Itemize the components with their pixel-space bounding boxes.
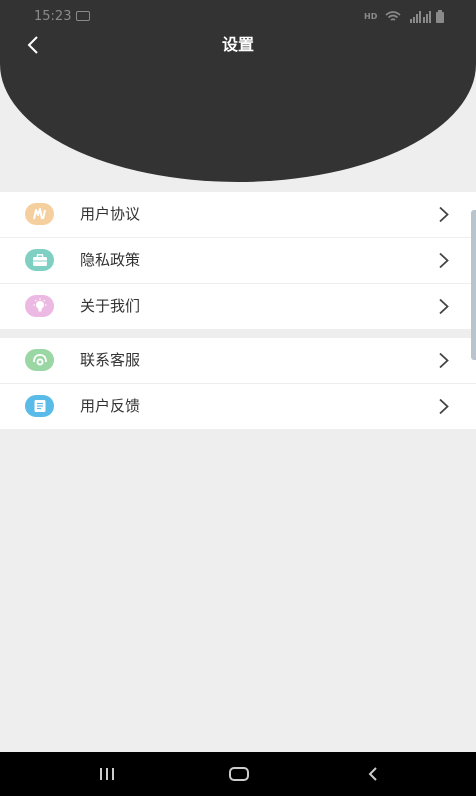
battery-icon (436, 10, 444, 23)
chevron-right-icon (439, 298, 449, 315)
system-back-button[interactable] (358, 762, 388, 786)
menu-item-user-agreement[interactable]: 用户协议 (0, 192, 476, 238)
system-navigation-bar (0, 752, 476, 796)
settings-group-1: 用户协议 隐私政策 关于我们 (0, 192, 476, 329)
user-agreement-icon (25, 203, 54, 225)
menu-item-label: 用户协议 (80, 205, 141, 223)
menu-item-label: 隐私政策 (80, 251, 141, 269)
chevron-right-icon (439, 252, 449, 269)
network-label: HD (364, 12, 378, 21)
status-bar: 15:23 HD (0, 0, 476, 34)
menu-item-contact-service[interactable]: 联系客服 (0, 338, 476, 384)
headset-icon (25, 349, 54, 371)
lightbulb-icon (25, 295, 54, 317)
menu-item-user-feedback[interactable]: 用户反馈 (0, 384, 476, 429)
scrollbar[interactable] (471, 210, 476, 360)
briefcase-icon (25, 249, 54, 271)
chevron-right-icon (439, 352, 449, 369)
settings-group-2: 联系客服 用户反馈 (0, 338, 476, 429)
menu-item-about-us[interactable]: 关于我们 (0, 284, 476, 329)
home-button[interactable] (224, 762, 254, 786)
back-icon (368, 767, 377, 781)
chevron-right-icon (439, 206, 449, 223)
gallery-icon (76, 11, 90, 21)
menu-item-privacy-policy[interactable]: 隐私政策 (0, 238, 476, 284)
status-time: 15:23 (34, 9, 72, 24)
menu-item-label: 用户反馈 (80, 397, 141, 415)
feedback-icon (25, 395, 54, 417)
home-icon (229, 767, 249, 781)
recent-apps-button[interactable] (92, 762, 122, 786)
menu-item-label: 关于我们 (80, 297, 141, 315)
chevron-right-icon (439, 398, 449, 415)
status-icons (385, 10, 444, 23)
wifi-icon (385, 11, 401, 21)
page-title: 设置 (221, 35, 254, 54)
menu-item-label: 联系客服 (80, 351, 141, 369)
signal-icon (410, 11, 431, 23)
recent-apps-icon (100, 768, 114, 780)
